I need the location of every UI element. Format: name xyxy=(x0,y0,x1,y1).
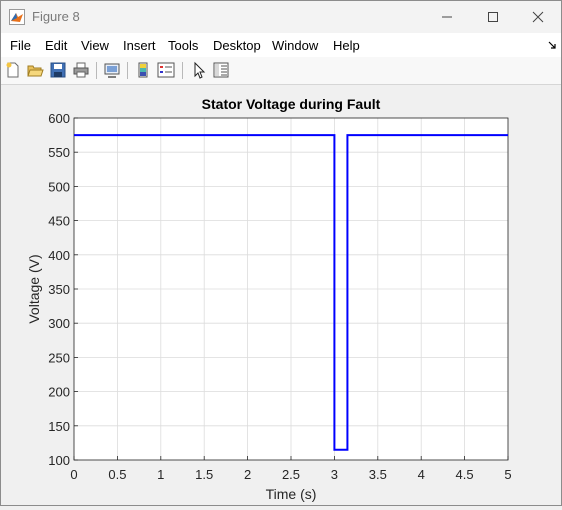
print-icon[interactable] xyxy=(72,61,90,79)
menu-help[interactable]: Help xyxy=(333,38,360,53)
minimize-button[interactable] xyxy=(424,1,470,33)
y-tick-label: 550 xyxy=(48,145,70,160)
figure-toolbar xyxy=(1,57,561,85)
edit-plot-icon[interactable] xyxy=(190,61,208,79)
x-tick-label: 3.5 xyxy=(369,467,387,482)
figure-canvas: 0 0.5 1 1.5 2 2.5 3 3.5 4 4.5 5 100 150 200 250 300 350 4… xyxy=(1,85,561,505)
property-inspector-icon[interactable] xyxy=(212,61,230,79)
menu-tools[interactable]: Tools xyxy=(168,38,198,53)
link-figure-icon[interactable] xyxy=(103,61,121,79)
x-tick-label: 2 xyxy=(244,467,251,482)
close-icon xyxy=(532,11,544,23)
dock-arrow-icon[interactable] xyxy=(548,41,556,49)
matlab-icon xyxy=(9,9,25,25)
x-tick-label: 4.5 xyxy=(456,467,474,482)
menu-window[interactable]: Window xyxy=(272,38,318,53)
plot-area[interactable]: 0 0.5 1 1.5 2 2.5 3 3.5 4 4.5 5 100 150 200 250 300 350 4… xyxy=(1,85,561,505)
maximize-icon xyxy=(488,12,498,22)
x-axis-label: Time (s) xyxy=(266,486,317,502)
y-tick-label: 350 xyxy=(48,282,70,297)
y-tick-label: 600 xyxy=(48,111,70,126)
save-icon[interactable] xyxy=(49,61,67,79)
menu-file[interactable]: File xyxy=(10,38,31,53)
x-tick-label: 3 xyxy=(331,467,338,482)
y-tick-label: 400 xyxy=(48,248,70,263)
menu-desktop[interactable]: Desktop xyxy=(213,38,261,53)
window-title: Figure 8 xyxy=(32,9,80,24)
maximize-button[interactable] xyxy=(470,1,516,33)
close-button[interactable] xyxy=(515,1,561,33)
open-file-icon[interactable] xyxy=(26,61,44,79)
menu-insert[interactable]: Insert xyxy=(123,38,156,53)
y-tick-label: 250 xyxy=(48,350,70,365)
x-tick-label: 2.5 xyxy=(282,467,300,482)
x-tick-label: 5 xyxy=(504,467,511,482)
y-axis-label: Voltage (V) xyxy=(26,254,42,323)
y-tick-label: 200 xyxy=(48,385,70,400)
y-tick-label: 150 xyxy=(48,419,70,434)
toolbar-separator xyxy=(182,62,183,79)
new-figure-icon[interactable] xyxy=(4,61,22,79)
insert-colorbar-icon[interactable] xyxy=(134,61,152,79)
title-bar: Figure 8 xyxy=(1,1,561,33)
insert-legend-icon[interactable] xyxy=(157,61,175,79)
y-tick-label: 300 xyxy=(48,316,70,331)
y-tick-label: 450 xyxy=(48,214,70,229)
toolbar-separator xyxy=(96,62,97,79)
y-tick-label: 100 xyxy=(48,453,70,468)
menu-edit[interactable]: Edit xyxy=(45,38,67,53)
x-tick-label: 1.5 xyxy=(195,467,213,482)
y-tick-label: 500 xyxy=(48,179,70,194)
x-tick-label: 1 xyxy=(157,467,164,482)
x-tick-label: 0.5 xyxy=(108,467,126,482)
toolbar-separator xyxy=(127,62,128,79)
menu-view[interactable]: View xyxy=(81,38,109,53)
chart-title: Stator Voltage during Fault xyxy=(202,96,381,112)
x-tick-label: 0 xyxy=(70,467,77,482)
minimize-icon xyxy=(442,16,452,18)
x-tick-label: 4 xyxy=(418,467,425,482)
figure-window: Figure 8 File Edit View Insert Tools Des… xyxy=(0,0,562,506)
menu-bar: File Edit View Insert Tools Desktop Wind… xyxy=(1,33,561,57)
